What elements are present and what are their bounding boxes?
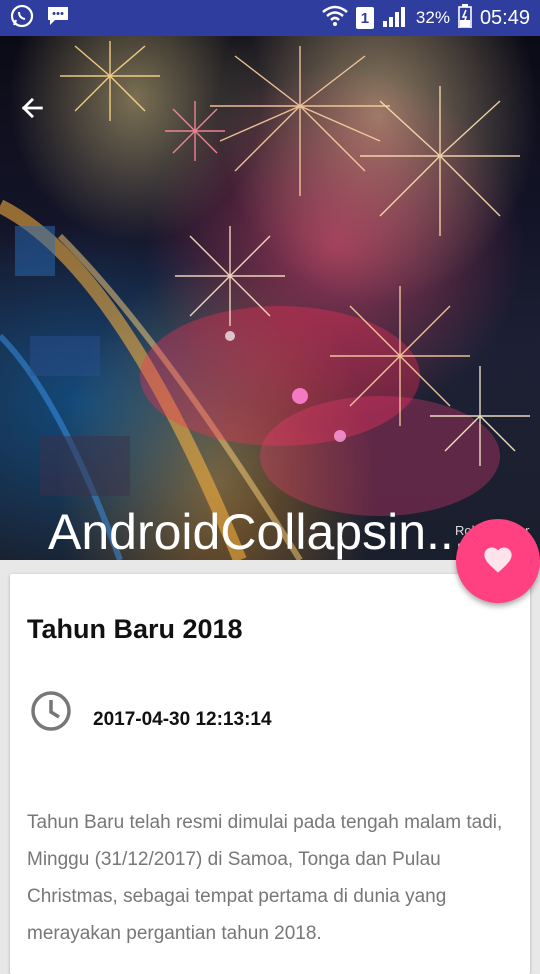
sim-icon: 1	[355, 7, 374, 29]
battery-icon	[458, 3, 472, 33]
whatsapp-icon	[10, 4, 34, 33]
article-date: 2017-04-30 12:13:14	[93, 709, 272, 730]
article-card: Tahun Baru 2018 2017-04-30 12:13:14 Tahu…	[10, 574, 530, 974]
clock-time: 05:49	[479, 6, 530, 29]
article-body: Tahun Baru telah resmi dimulai pada teng…	[27, 812, 503, 944]
battery-percent: 32%	[415, 8, 450, 27]
back-button[interactable]	[18, 94, 58, 134]
toolbar-title: AndroidCollapsin...	[48, 504, 468, 560]
status-bar: 1 32% 05:49	[0, 0, 540, 36]
favorite-button[interactable]	[456, 519, 540, 603]
signal-icon	[382, 5, 408, 32]
clock-icon	[30, 690, 72, 732]
article-title: Tahun Baru 2018	[27, 614, 243, 644]
messenger-icon	[46, 5, 70, 32]
header-image: AndroidCollapsin... Rob Whitwor	[0, 36, 540, 560]
heart-icon	[481, 544, 515, 579]
fireworks-image	[0, 41, 530, 560]
wifi-icon	[322, 5, 348, 32]
